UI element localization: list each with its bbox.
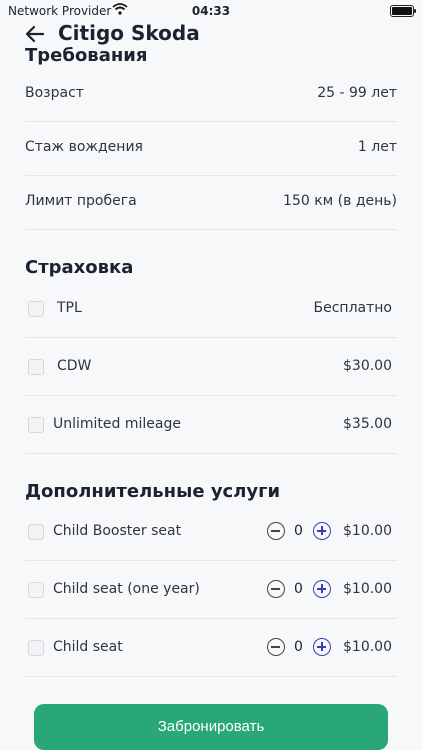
- insurance-price: $35.00: [343, 416, 392, 432]
- requirement-label: Стаж вождения: [25, 139, 143, 155]
- insurance-row-tpl: TPL Бесплатно: [25, 280, 397, 338]
- insurance-price: Бесплатно: [313, 300, 392, 316]
- insurance-checkbox[interactable]: [28, 301, 44, 317]
- insurance-row-unlimited-mileage: Unlimited mileage $35.00: [25, 396, 397, 454]
- requirement-value: 150 км (в день): [283, 193, 397, 209]
- extra-row-child-seat-one-year: Child seat (one year) 0 $10.00: [25, 561, 397, 619]
- plus-circle-icon[interactable]: [313, 580, 331, 598]
- plus-circle-icon[interactable]: [313, 638, 331, 656]
- clock: 04:33: [191, 4, 231, 18]
- quantity-value: 0: [294, 639, 303, 655]
- insurance-label: TPL: [57, 300, 82, 316]
- insurance-title: Страховка: [25, 257, 134, 278]
- minus-circle-icon[interactable]: [267, 580, 285, 598]
- requirements-title: Требования: [25, 45, 148, 66]
- extra-row-booster-seat: Child Booster seat 0 $10.00: [25, 503, 397, 561]
- nav-header: Citigo Skoda: [0, 20, 422, 48]
- battery-icon: [390, 5, 416, 17]
- requirement-label: Возраст: [25, 85, 84, 101]
- extra-label: Child seat (one year): [53, 581, 200, 597]
- back-arrow-icon[interactable]: [24, 23, 46, 45]
- extra-checkbox[interactable]: [28, 640, 44, 656]
- requirement-value: 1 лет: [357, 139, 397, 155]
- quantity-stepper: 0: [267, 580, 331, 600]
- extra-row-child-seat: Child seat 0 $10.00: [25, 619, 397, 677]
- insurance-row-cdw: CDW $30.00: [25, 338, 397, 396]
- insurance-checkbox[interactable]: [28, 417, 44, 433]
- quantity-value: 0: [294, 581, 303, 597]
- quantity-stepper: 0: [267, 522, 331, 542]
- insurance-label: Unlimited mileage: [53, 416, 181, 432]
- extra-price: $10.00: [343, 581, 392, 597]
- extras-title: Дополнительные услуги: [25, 481, 281, 502]
- extra-label: Child Booster seat: [53, 523, 182, 539]
- requirement-row-age: Возраст 25 - 99 лет: [25, 68, 397, 122]
- minus-circle-icon[interactable]: [267, 522, 285, 540]
- book-button[interactable]: Забронировать: [34, 704, 388, 750]
- quantity-stepper: 0: [267, 638, 331, 658]
- requirement-label: Лимит пробега: [25, 193, 137, 209]
- requirement-row-mileage: Лимит пробега 150 км (в день): [25, 176, 397, 230]
- extra-price: $10.00: [343, 639, 392, 655]
- status-bar: Network Provider 04:33: [0, 0, 422, 22]
- insurance-checkbox[interactable]: [28, 359, 44, 375]
- minus-circle-icon[interactable]: [267, 638, 285, 656]
- page-title: Citigo Skoda: [58, 21, 200, 45]
- insurance-price: $30.00: [343, 358, 392, 374]
- quantity-value: 0: [294, 523, 303, 539]
- plus-circle-icon[interactable]: [313, 522, 331, 540]
- extra-checkbox[interactable]: [28, 524, 44, 540]
- insurance-label: CDW: [57, 358, 92, 374]
- extra-price: $10.00: [343, 523, 392, 539]
- extra-label: Child seat: [53, 639, 123, 655]
- extra-checkbox[interactable]: [28, 582, 44, 598]
- requirement-value: 25 - 99 лет: [317, 85, 397, 101]
- requirement-row-experience: Стаж вождения 1 лет: [25, 122, 397, 176]
